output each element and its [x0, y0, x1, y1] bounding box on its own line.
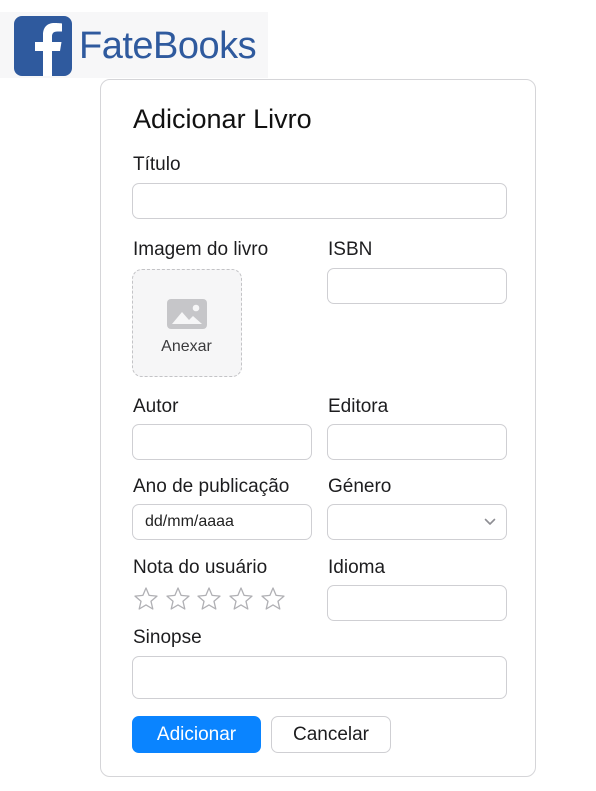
isbn-input[interactable]: [327, 268, 507, 304]
nota-label: Nota do usuário: [133, 557, 268, 578]
genero-label: Género: [328, 476, 392, 497]
idioma-label: Idioma: [328, 557, 386, 578]
imagem-label: Imagem do livro: [133, 239, 269, 260]
isbn-label: ISBN: [328, 239, 373, 260]
star-outline-icon[interactable]: [196, 586, 222, 612]
star-outline-icon[interactable]: [228, 586, 254, 612]
image-upload-dropzone[interactable]: Anexar: [132, 269, 242, 377]
star-outline-icon[interactable]: [260, 586, 286, 612]
autor-input[interactable]: [132, 424, 312, 460]
cancelar-button[interactable]: Cancelar: [271, 716, 391, 753]
image-placeholder-icon: [167, 299, 207, 329]
editora-input[interactable]: [327, 424, 507, 460]
star-outline-icon[interactable]: [133, 586, 159, 612]
star-outline-icon[interactable]: [165, 586, 191, 612]
brand-logo: FateBooks: [0, 12, 268, 78]
upload-label: Anexar: [161, 338, 212, 355]
editora-label: Editora: [328, 396, 389, 417]
titulo-label: Título: [133, 154, 181, 175]
brand-name: FateBooks: [79, 25, 257, 67]
ano-placeholder: dd/mm/aaaa: [145, 513, 234, 530]
ano-date-input[interactable]: dd/mm/aaaa: [132, 504, 312, 540]
add-book-form: Adicionar Livro Título Imagem do livro A…: [100, 79, 536, 777]
sinopse-label: Sinopse: [133, 627, 202, 648]
facebook-f-logo-icon: [14, 16, 72, 76]
titulo-input[interactable]: [132, 183, 507, 219]
ano-label: Ano de publicação: [133, 476, 290, 497]
sinopse-textarea[interactable]: [132, 656, 507, 699]
rating-stars[interactable]: [133, 586, 291, 612]
chevron-down-icon: [484, 518, 496, 525]
form-title: Adicionar Livro: [133, 104, 312, 134]
adicionar-button[interactable]: Adicionar: [132, 716, 261, 753]
genero-select[interactable]: [327, 504, 507, 540]
idioma-input[interactable]: [327, 585, 507, 621]
autor-label: Autor: [133, 396, 179, 417]
